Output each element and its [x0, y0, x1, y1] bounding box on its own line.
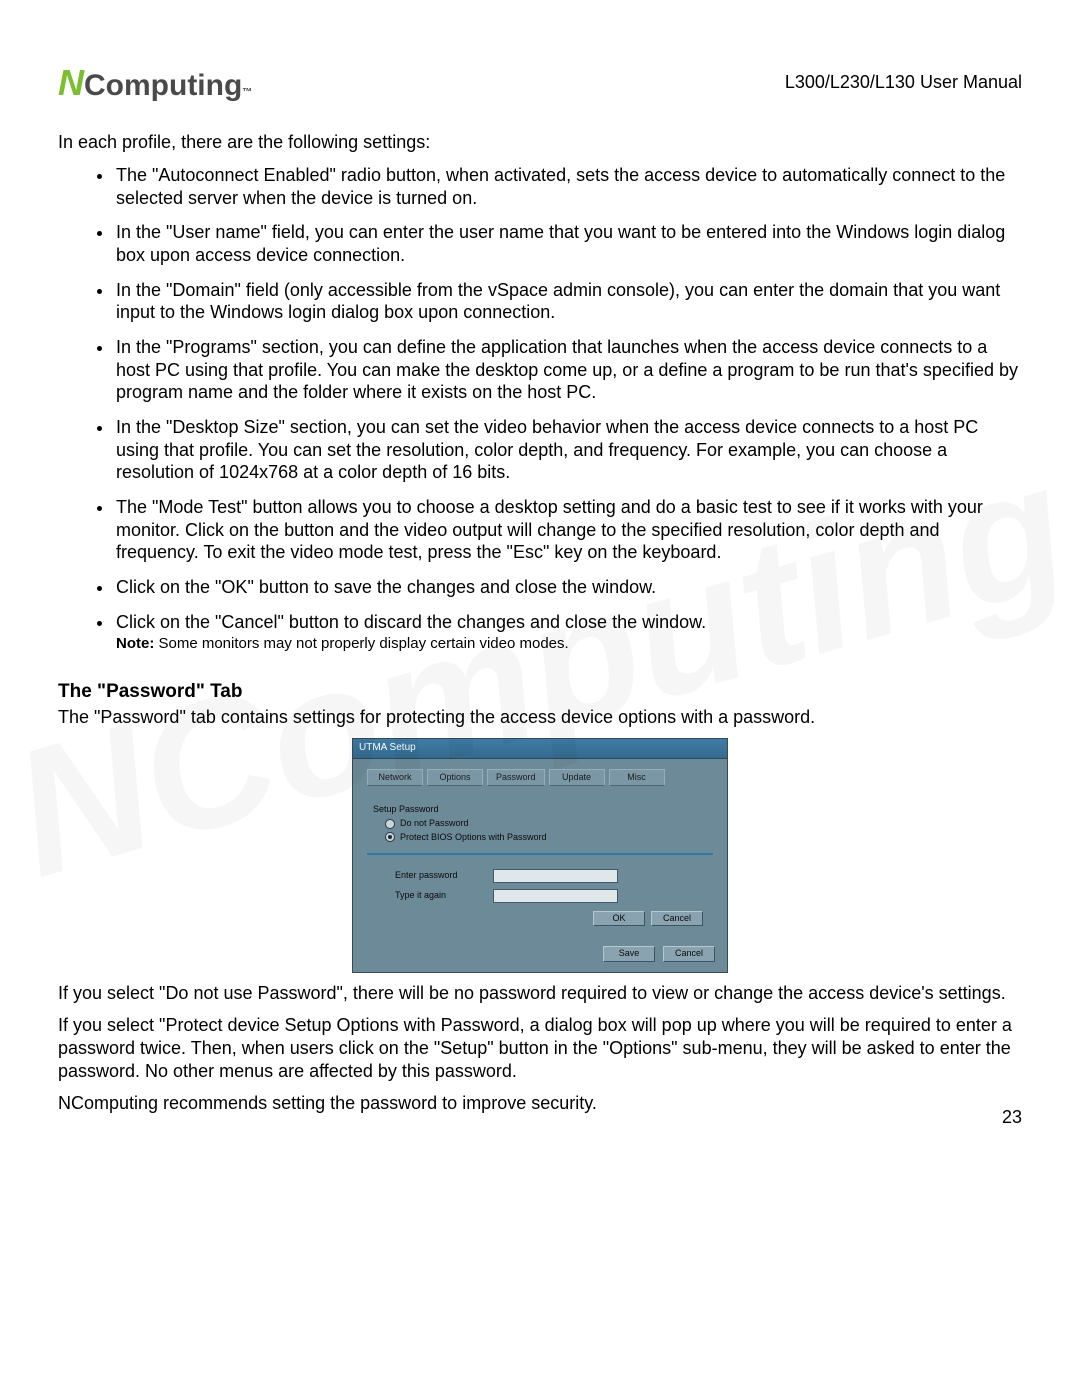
manual-title: L300/L230/L130 User Manual: [785, 71, 1022, 94]
radio-do-not-password[interactable]: Do not Password: [385, 818, 707, 829]
bullet-item: In the "Programs" section, you can defin…: [114, 336, 1022, 404]
radio-icon: [385, 832, 395, 842]
bullet-item: The "Mode Test" button allows you to cho…: [114, 496, 1022, 564]
settings-bullet-list: The "Autoconnect Enabled" radio button, …: [58, 164, 1022, 654]
enter-password-input[interactable]: [493, 869, 618, 883]
password-entry-panel: Enter password Type it again OK Cancel: [367, 853, 713, 938]
note-label: Note:: [116, 635, 154, 652]
cancel-button[interactable]: Cancel: [651, 911, 703, 926]
tab-network[interactable]: Network: [367, 769, 423, 786]
page-number: 23: [1002, 1106, 1022, 1129]
password-tab-heading: The "Password" Tab: [58, 680, 1022, 704]
group-legend: Setup Password: [373, 804, 707, 815]
bullet-text: Click on the "Cancel" button to discard …: [116, 612, 706, 632]
bullet-item: In the "Desktop Size" section, you can s…: [114, 416, 1022, 484]
logo-rest: Computing: [84, 67, 242, 105]
utma-setup-dialog: UTMA Setup Network Options Password Upda…: [353, 739, 727, 972]
ok-button[interactable]: OK: [593, 911, 645, 926]
utma-title-bar: UTMA Setup: [353, 739, 727, 759]
retype-password-label: Type it again: [377, 890, 493, 901]
note-line: Note: Some monitors may not properly dis…: [116, 635, 1022, 654]
setup-password-group: Setup Password Do not Password Protect B…: [373, 804, 707, 843]
tab-password[interactable]: Password: [487, 769, 545, 786]
intro-paragraph: In each profile, there are the following…: [58, 131, 1022, 154]
radio-label: Do not Password: [400, 818, 469, 829]
enter-password-label: Enter password: [377, 870, 493, 881]
logo-tm: ™: [242, 87, 252, 100]
bullet-item: In the "Domain" field (only accessible f…: [114, 279, 1022, 324]
retype-password-input[interactable]: [493, 889, 618, 903]
radio-icon: [385, 819, 395, 829]
tab-misc[interactable]: Misc: [609, 769, 665, 786]
after-paragraph-1: If you select "Do not use Password", the…: [58, 982, 1022, 1005]
after-paragraph-3: NComputing recommends setting the passwo…: [58, 1092, 1022, 1115]
utma-tab-strip: Network Options Password Update Misc: [367, 769, 713, 786]
radio-label: Protect BIOS Options with Password: [400, 832, 547, 843]
after-paragraph-2: If you select "Protect device Setup Opti…: [58, 1014, 1022, 1082]
save-button[interactable]: Save: [603, 946, 655, 961]
bullet-item: Click on the "OK" button to save the cha…: [114, 576, 1022, 599]
bullet-item: Click on the "Cancel" button to discard …: [114, 611, 1022, 655]
logo-n: N: [58, 60, 84, 105]
cancel-outer-button[interactable]: Cancel: [663, 946, 715, 961]
radio-protect-bios[interactable]: Protect BIOS Options with Password: [385, 832, 707, 843]
page-header: NComputing™ L300/L230/L130 User Manual: [58, 60, 1022, 105]
bullet-item: In the "User name" field, you can enter …: [114, 221, 1022, 266]
bullet-item: The "Autoconnect Enabled" radio button, …: [114, 164, 1022, 209]
ncomputing-logo: NComputing™: [58, 60, 252, 105]
password-tab-intro: The "Password" tab contains settings for…: [58, 706, 1022, 729]
tab-update[interactable]: Update: [549, 769, 605, 786]
note-text: Some monitors may not properly display c…: [154, 635, 568, 652]
tab-options[interactable]: Options: [427, 769, 483, 786]
